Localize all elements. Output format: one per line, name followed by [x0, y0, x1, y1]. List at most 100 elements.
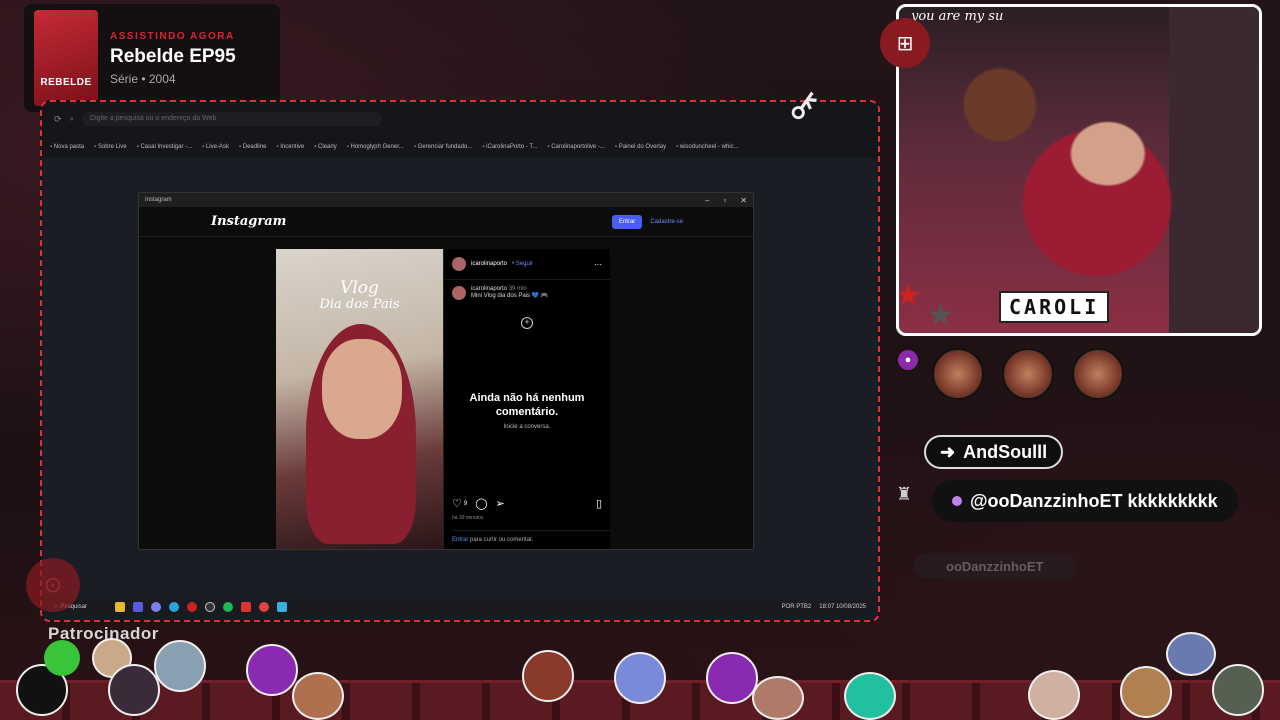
close-icon[interactable]: ✕	[740, 196, 747, 205]
edge-icon[interactable]	[169, 602, 180, 612]
bookmark-item[interactable]: Sobre Live	[94, 144, 127, 150]
chat-message: @ooDanzzinhoET kkkkkkkkk	[932, 480, 1238, 522]
bookmark-item[interactable]: Casal Investigar -...	[137, 144, 192, 150]
window-title: Instagram	[145, 197, 172, 203]
instagram-post: Vlog Dia dos Pais icarolinaporto • Segui…	[276, 249, 610, 549]
now-watching-label: ASSISTINDO AGORA	[110, 30, 235, 42]
folder-icon[interactable]	[115, 602, 126, 612]
no-comments-placeholder: Ainda não há nenhum comentário. Inicie a…	[444, 391, 610, 430]
notepad-icon[interactable]	[277, 602, 288, 612]
login-button[interactable]: Entrar	[611, 214, 643, 229]
caption-text: Mini Vlog dia dos Pais 💙 🎮	[471, 293, 549, 299]
bookmark-item[interactable]: Live-Ask	[202, 144, 229, 150]
comment-icon[interactable]: ◯	[475, 497, 487, 510]
viewer-avatar	[246, 644, 298, 696]
post-caption: icarolinaporto 39 min Mini Vlog dia dos …	[444, 280, 610, 306]
discord-icon[interactable]	[151, 602, 162, 612]
viewer-avatar	[154, 640, 206, 692]
window-titlebar: Instagram – ▫ ✕	[139, 193, 753, 207]
maximize-icon[interactable]: ▫	[723, 196, 726, 205]
poster-text: REBELDE	[40, 77, 92, 88]
screen-share-frame: ⟳ ⌕ Digite a pesquisa ou o endereço da W…	[40, 100, 880, 622]
viewer-avatar	[1212, 664, 1264, 716]
post-media-title: Vlog	[340, 278, 379, 298]
viewer-avatar	[108, 664, 160, 716]
spotify-icon[interactable]	[223, 602, 234, 612]
media-icon[interactable]	[241, 602, 252, 612]
record-icon[interactable]	[187, 602, 198, 612]
signup-link[interactable]: Cadastre-se	[650, 219, 683, 225]
post-media-subtitle: Dia dos Pais	[319, 296, 400, 312]
new-follower-alert: ➜ AndSoulll	[924, 435, 1064, 469]
chat-message-text: @ooDanzzinhoET kkkkkkkkk	[970, 490, 1218, 511]
bookmark-item[interactable]: Gerenciar fundado...	[414, 144, 473, 150]
instagram-window: Instagram – ▫ ✕ Instagram Entrar Cadastr…	[138, 192, 754, 550]
no-comments-subtitle: Inicie a conversa.	[503, 423, 551, 430]
tray-lang[interactable]: POR PTB2	[782, 604, 812, 610]
plus-circle-icon[interactable]: +	[521, 317, 533, 329]
post-author-row: icarolinaporto • Seguir ⋯	[444, 249, 610, 280]
more-icon[interactable]: ⋯	[594, 260, 602, 269]
emote-face	[1002, 348, 1054, 400]
no-comments-title: Ainda não há nenhum comentário.	[469, 392, 585, 419]
ghost-username: ooDanzzinhoET	[946, 558, 1044, 574]
bookmark-item[interactable]: Homoglyph Gener...	[347, 144, 404, 150]
emote-face	[1072, 348, 1124, 400]
viewer-avatar	[752, 676, 804, 720]
post-media[interactable]: Vlog Dia dos Pais	[276, 249, 443, 549]
bookmark-item[interactable]: Incentive	[276, 144, 304, 150]
bookmark-item[interactable]: Clearly	[314, 144, 337, 150]
share-icon[interactable]: ➢	[496, 497, 505, 510]
viewer-avatar	[1028, 670, 1080, 720]
ghost-username-pill: ooDanzzinhoET	[914, 553, 1076, 579]
tray-clock[interactable]: 18:07 10/08/2025	[819, 604, 866, 610]
bookmark-item[interactable]: Carolinaportolive -...	[547, 144, 605, 150]
search-icon: ⌕	[69, 114, 75, 123]
webcam-frame: you are my su ★ ★ CAROLI	[896, 4, 1262, 336]
bookmark-item[interactable]: wisoduncheel - whic...	[676, 144, 739, 150]
avatar[interactable]	[452, 257, 466, 271]
address-bar[interactable]: Digite a pesquisa ou o endereço da Web	[82, 112, 383, 126]
bookmark-item[interactable]: Nova pasta	[50, 144, 84, 150]
obs-icon[interactable]	[205, 602, 216, 612]
viewer-avatar	[44, 640, 80, 676]
emote-face	[932, 348, 984, 400]
reaction-emotes	[932, 348, 1124, 400]
viewer-avatar	[614, 652, 666, 704]
bookmark-item[interactable]: Painel do Overlay	[615, 144, 666, 150]
webcam-top-text: you are my su	[911, 9, 1004, 24]
controller-icon: ⊞	[880, 18, 930, 68]
bookmarks-bar: Nova pasta Sobre Live Casal Investigar -…	[42, 136, 878, 158]
reload-icon[interactable]: ⟳	[54, 114, 62, 125]
auth-buttons: Entrar Cadastre-se	[611, 214, 683, 229]
window-controls: – ▫ ✕	[705, 196, 747, 205]
record-button-icon: ⊙	[26, 558, 80, 612]
viewer-avatar	[1120, 666, 1172, 718]
browser-toolbar: ⟳ ⌕ Digite a pesquisa ou o endereço da W…	[42, 102, 878, 136]
now-watching-meta: Série • 2004	[110, 71, 176, 86]
arrow-right-icon: ➜	[940, 441, 956, 462]
heart-icon[interactable]: ♡	[452, 497, 462, 510]
follow-link[interactable]: • Seguir	[512, 261, 533, 267]
avatar[interactable]	[452, 286, 466, 300]
post-age: há 39 minutos	[452, 515, 484, 521]
user-icon: ●	[898, 350, 918, 370]
chrome-icon[interactable]	[259, 602, 270, 612]
bookmark-item[interactable]: Deadline	[239, 144, 267, 150]
login-prompt-link[interactable]: Entrar	[452, 537, 468, 543]
follower-name: AndSoulll	[963, 441, 1048, 462]
instagram-logo[interactable]: Instagram	[211, 214, 286, 229]
minimize-icon[interactable]: –	[705, 196, 709, 205]
post-photo-face	[322, 339, 402, 439]
viewer-avatar	[706, 652, 758, 704]
post-author-name[interactable]: icarolinaporto	[471, 261, 507, 267]
post-details: icarolinaporto • Seguir ⋯ icarolinaporto…	[443, 249, 610, 549]
app-icon[interactable]	[133, 602, 144, 612]
now-watching-card: REBELDE ASSISTINDO AGORA Rebelde EP95 Sé…	[24, 4, 280, 112]
webcam-name-label: CAROLI	[999, 291, 1110, 323]
bookmark-icon[interactable]: ▯	[596, 497, 602, 510]
instagram-header: Instagram Entrar Cadastre-se	[139, 207, 753, 237]
post-media-caption: Vlog Dia dos Pais	[276, 279, 443, 312]
viewer-avatar	[292, 672, 344, 720]
bookmark-item[interactable]: iCarolinaPorto - T...	[482, 144, 537, 150]
